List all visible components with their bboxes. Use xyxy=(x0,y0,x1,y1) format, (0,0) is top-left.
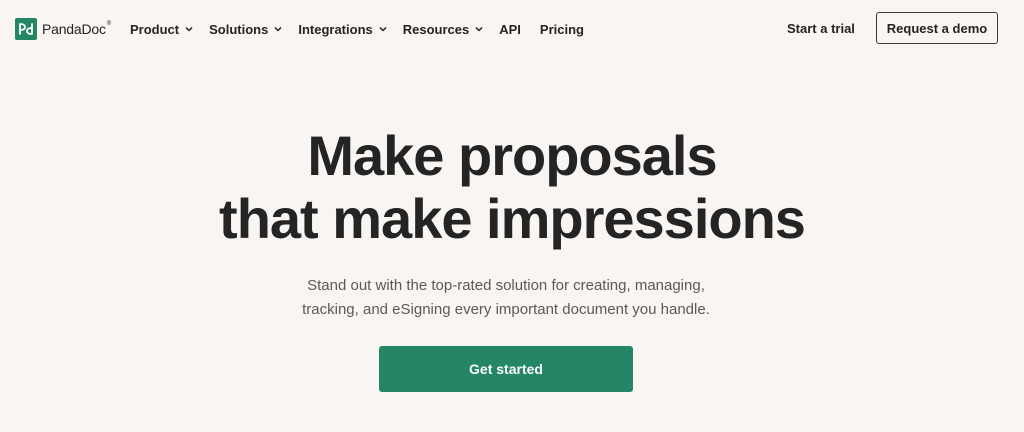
hero-title-line: that make impressions xyxy=(219,187,806,250)
hero-subtitle-line: Stand out with the top-rated solution fo… xyxy=(307,277,705,294)
nav-item-resources[interactable]: Resources xyxy=(403,19,483,39)
start-trial-link[interactable]: Start a trial xyxy=(787,21,855,36)
request-demo-button[interactable]: Request a demo xyxy=(876,12,998,44)
hero-title-line: Make proposals xyxy=(307,124,717,187)
hero-subtitle: Stand out with the top-rated solution fo… xyxy=(0,274,1012,322)
nav-label: Integrations xyxy=(298,21,373,37)
chevron-down-icon xyxy=(185,26,193,32)
logo-text: PandaDoc® xyxy=(42,21,112,37)
nav-item-api[interactable]: API xyxy=(499,19,521,39)
nav-item-integrations[interactable]: Integrations xyxy=(298,19,387,39)
page: PandaDoc® Product Solutions Integrations… xyxy=(0,0,1024,432)
nav-label: Product xyxy=(130,21,180,37)
chevron-down-icon xyxy=(475,26,483,32)
nav-label: API xyxy=(499,21,521,37)
main-nav: Product Solutions Integrations Resources… xyxy=(130,19,603,39)
nav-item-solutions[interactable]: Solutions xyxy=(209,19,282,39)
hero-title: Make proposals that make impressions xyxy=(0,124,1024,250)
nav-label: Resources xyxy=(402,21,470,37)
chevron-down-icon xyxy=(379,26,387,32)
nav-label: Solutions xyxy=(209,21,269,37)
nav-item-pricing[interactable]: Pricing xyxy=(540,19,584,39)
chevron-down-icon xyxy=(274,26,282,32)
hero-subtitle-line: tracking, and eSigning every important d… xyxy=(302,301,710,318)
nav-label: Pricing xyxy=(539,21,584,37)
get-started-button[interactable]: Get started xyxy=(379,346,633,392)
pandadoc-logo-icon xyxy=(15,18,37,40)
nav-item-product[interactable]: Product xyxy=(130,19,193,39)
site-header: PandaDoc® Product Solutions Integrations… xyxy=(0,0,1024,58)
pandadoc-logo[interactable]: PandaDoc® xyxy=(15,18,111,40)
